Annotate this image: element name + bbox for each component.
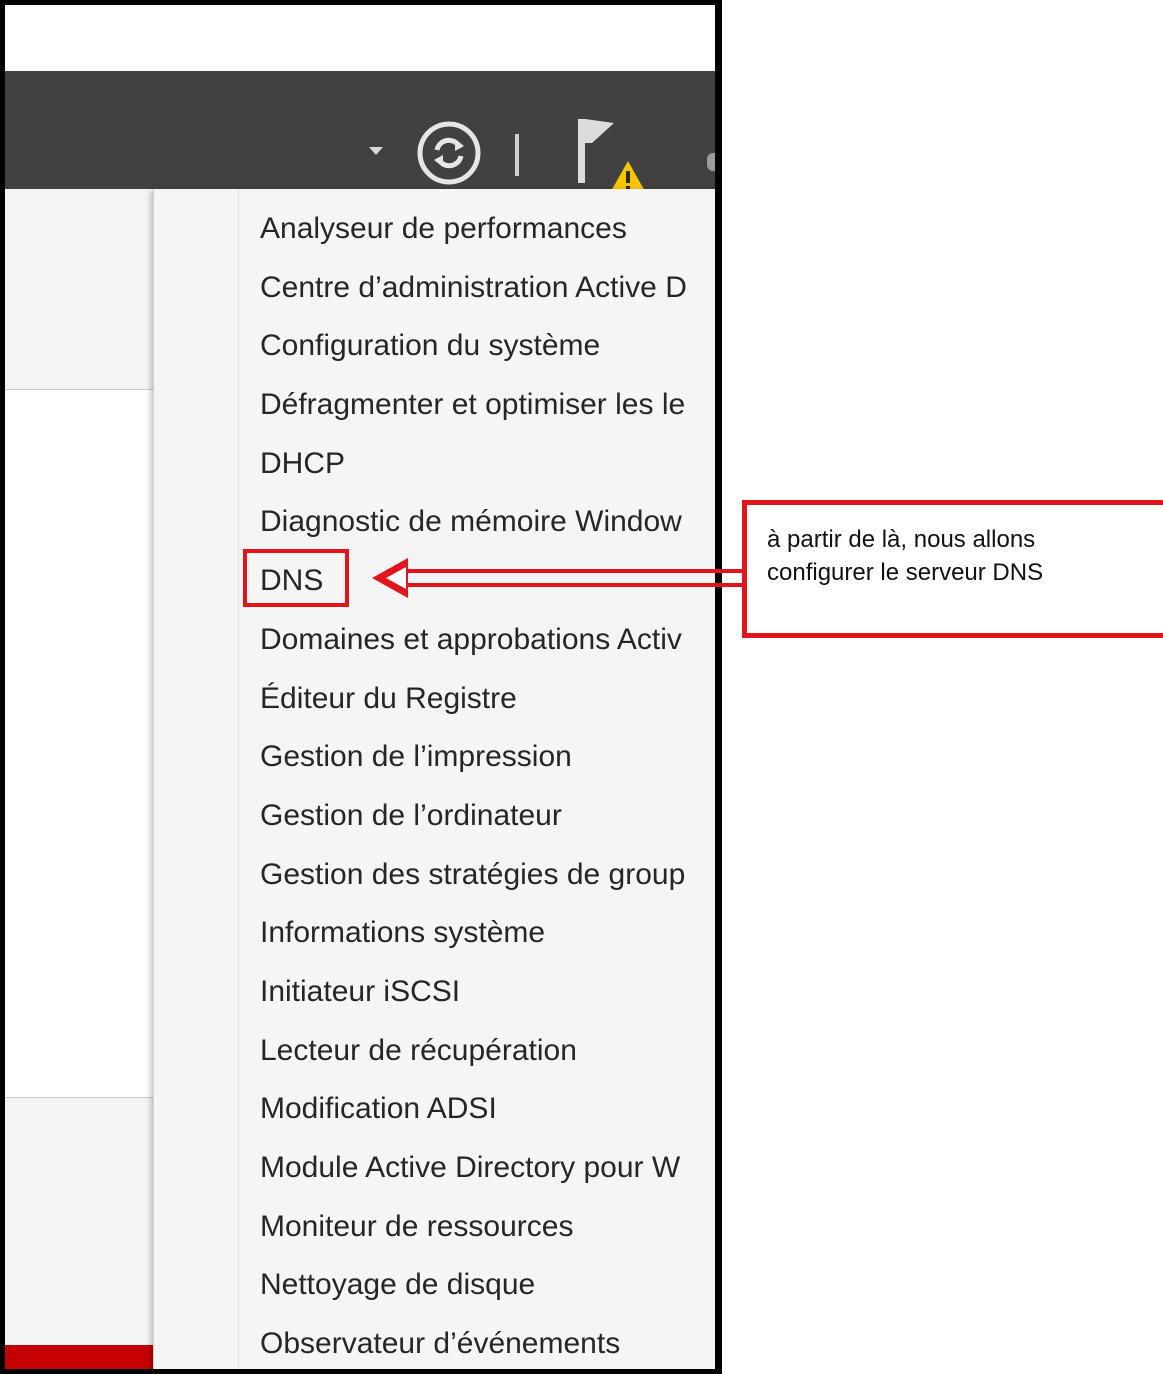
menu-item-moniteur-ressources[interactable]: Moniteur de ressources — [260, 1203, 687, 1262]
dropdown-arrow-icon[interactable] — [369, 147, 383, 155]
menu-icon-gutter — [154, 189, 239, 1369]
menu-item-dhcp[interactable]: DHCP — [260, 440, 687, 499]
annotation-callout: à partir de là, nous allons configurer l… — [742, 500, 1163, 638]
menu-item-nettoyage-disque[interactable]: Nettoyage de disque — [260, 1261, 687, 1320]
dns-highlight-box — [243, 549, 349, 607]
background-panel — [5, 1097, 165, 1346]
menu-item-gestion-impression[interactable]: Gestion de l’impression — [260, 733, 687, 792]
menu-item-centre-administration-ad[interactable]: Centre d’administration Active D — [260, 264, 687, 323]
flag-warning-icon[interactable] — [570, 109, 654, 193]
menu-item-module-active-directory[interactable]: Module Active Directory pour W — [260, 1144, 687, 1203]
menu-item-observateur-evenements[interactable]: Observateur d’événements — [260, 1320, 687, 1369]
menu-item-modification-adsi[interactable]: Modification ADSI — [260, 1085, 687, 1144]
menu-item-gestion-strategies-groupe[interactable]: Gestion des stratégies de group — [260, 851, 687, 910]
menu-item-gestion-ordinateur[interactable]: Gestion de l’ordinateur — [260, 792, 687, 851]
window-top-area — [5, 5, 715, 71]
toolbar-separator — [515, 134, 519, 176]
menu-item-informations-systeme[interactable]: Informations système — [260, 909, 687, 968]
menu-item-domaines-approbations[interactable]: Domaines et approbations Activ — [260, 616, 687, 675]
menu-item-defragmenter[interactable]: Défragmenter et optimiser les le — [260, 381, 687, 440]
tools-dropdown-menu: Analyseur de performances Centre d’admin… — [153, 189, 715, 1369]
notification-edge-icon[interactable] — [707, 153, 715, 171]
background-red-tile — [5, 1345, 165, 1369]
callout-arrow — [372, 558, 748, 598]
menu-list: Analyseur de performances Centre d’admin… — [260, 205, 687, 1369]
refresh-icon[interactable] — [415, 119, 483, 187]
menu-item-lecteur-recuperation[interactable]: Lecteur de récupération — [260, 1027, 687, 1086]
menu-item-editeur-registre[interactable]: Éditeur du Registre — [260, 675, 687, 734]
callout-text: à partir de là, nous allons configurer l… — [767, 526, 1044, 586]
screenshot-frame: Analyseur de performances Centre d’admin… — [0, 0, 722, 1374]
menu-item-analyseur-performances[interactable]: Analyseur de performances — [260, 205, 687, 264]
menu-item-configuration-systeme[interactable]: Configuration du système — [260, 322, 687, 381]
menu-item-initiateur-iscsi[interactable]: Initiateur iSCSI — [260, 968, 687, 1027]
background-panel — [5, 189, 165, 390]
